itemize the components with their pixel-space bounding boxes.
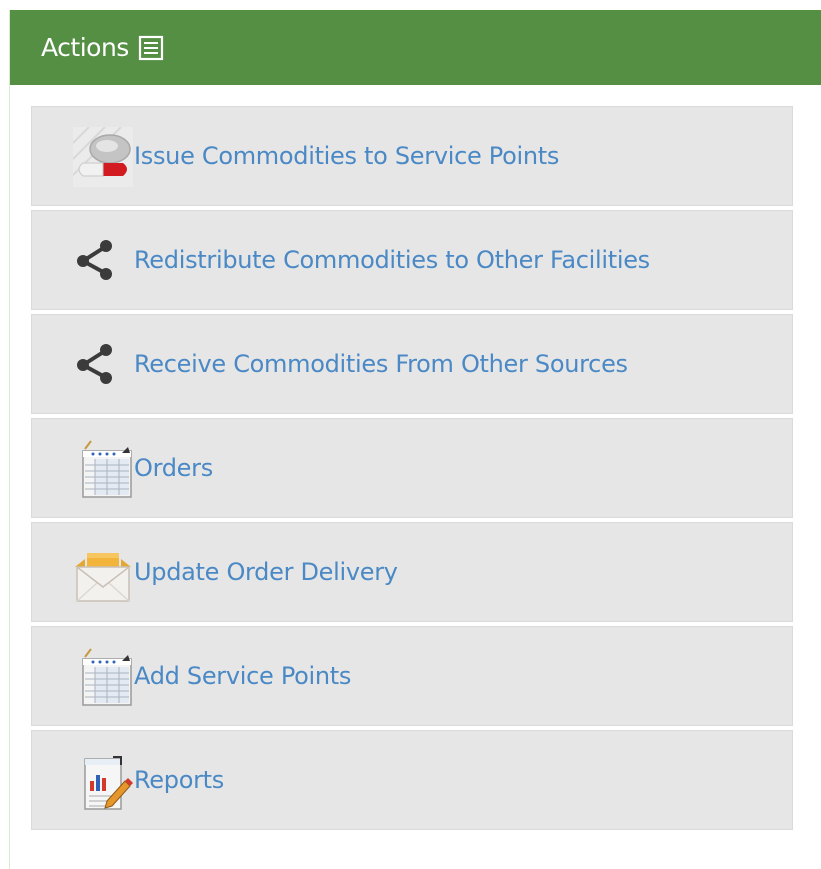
panel-title: Actions: [41, 33, 129, 62]
action-redistribute-commodities[interactable]: Redistribute Commodities to Other Facili…: [31, 210, 793, 310]
action-update-order-delivery[interactable]: Update Order Delivery: [31, 522, 793, 622]
action-issue-commodities[interactable]: Issue Commodities to Service Points: [31, 106, 793, 206]
action-label: Issue Commodities to Service Points: [134, 142, 560, 170]
action-label: Orders: [134, 454, 213, 482]
share-icon: [73, 335, 133, 395]
panel-header: Actions: [10, 10, 821, 85]
open-box-icon: [73, 543, 133, 603]
share-icon: [73, 231, 133, 291]
action-orders[interactable]: Orders: [31, 418, 793, 518]
spreadsheet-icon: [73, 647, 133, 707]
spreadsheet-icon: [73, 439, 133, 499]
action-label: Add Service Points: [134, 662, 352, 690]
actions-list: Issue Commodities to Service Points Redi…: [31, 106, 793, 834]
action-label: Redistribute Commodities to Other Facili…: [134, 246, 650, 274]
report-chart-icon: [73, 751, 133, 811]
pill-capsule-icon: [72, 126, 133, 187]
action-reports[interactable]: Reports: [31, 730, 793, 830]
action-receive-commodities[interactable]: Receive Commodities From Other Sources: [31, 314, 793, 414]
action-label: Reports: [134, 766, 224, 794]
action-add-service-points[interactable]: Add Service Points: [31, 626, 793, 726]
action-label: Update Order Delivery: [134, 558, 398, 586]
action-label: Receive Commodities From Other Sources: [134, 350, 628, 378]
list-icon: [138, 35, 164, 61]
